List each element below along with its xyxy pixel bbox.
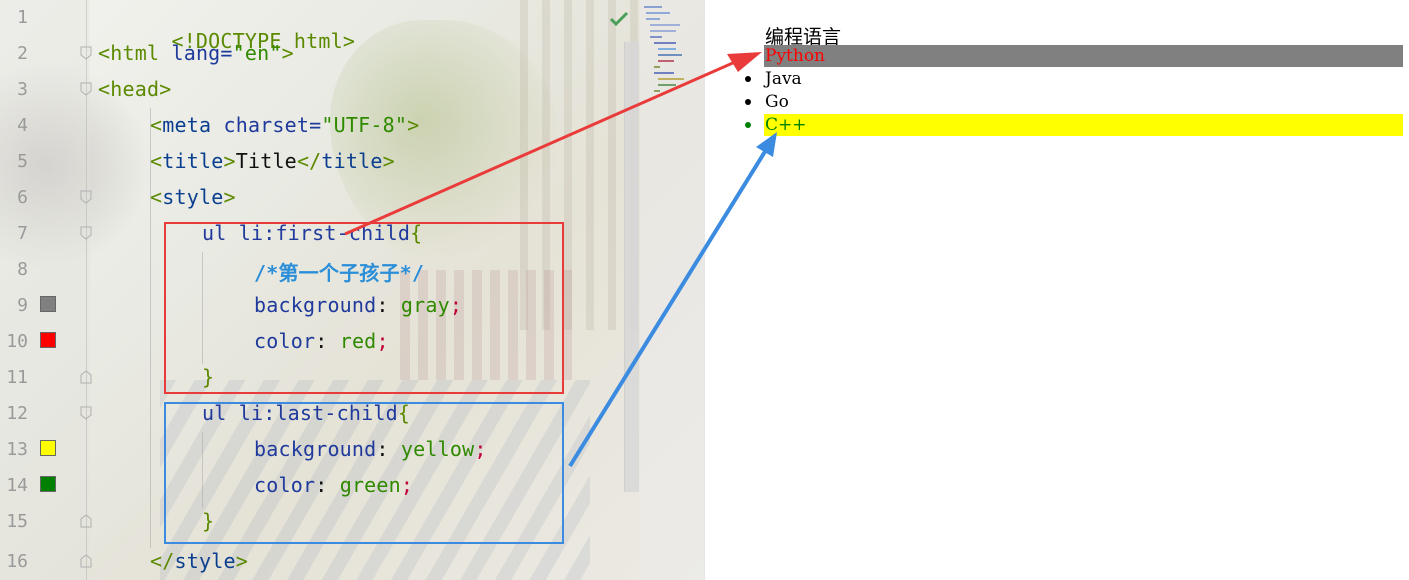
line-number: 9: [17, 295, 28, 316]
list-item: Go: [705, 91, 1403, 113]
vertical-scrollbar[interactable]: [624, 42, 639, 492]
line-number: 14: [6, 475, 28, 496]
code-text: </style>: [150, 549, 248, 573]
browser-preview: 编程语言 Python Java Go C++: [704, 0, 1409, 580]
list-item: Java: [705, 68, 1403, 90]
code-text: <style>: [150, 185, 236, 209]
fold-open-icon[interactable]: [80, 82, 92, 96]
line-number: 3: [17, 79, 28, 100]
color-swatch-gray[interactable]: [40, 296, 56, 312]
code-line[interactable]: 3 <head>: [0, 72, 620, 108]
list-item-label: C++: [765, 115, 807, 135]
line-number: 11: [6, 367, 28, 388]
code-line[interactable]: 1 <!DOCTYPE html>: [0, 0, 620, 53]
fold-open-icon[interactable]: [80, 406, 92, 420]
check-icon[interactable]: [609, 10, 629, 28]
code-line[interactable]: 5 <title>Title</title>: [0, 144, 620, 180]
line-number: 1: [17, 7, 28, 28]
fold-open-icon[interactable]: [80, 226, 92, 240]
code-line[interactable]: 6 <style>: [0, 180, 620, 216]
list-item-last: C++: [705, 114, 1403, 136]
line-number: 16: [6, 551, 28, 572]
color-swatch-green[interactable]: [40, 476, 56, 492]
code-minimap[interactable]: [640, 0, 704, 580]
color-swatch-red[interactable]: [40, 332, 56, 348]
fold-close-icon[interactable]: [80, 514, 92, 528]
list-item-highlight: [764, 114, 1403, 136]
bullet: [745, 53, 751, 59]
line-number: 8: [17, 259, 28, 280]
code-line[interactable]: 2 <html lang="en">: [0, 36, 620, 72]
fold-open-icon[interactable]: [80, 46, 92, 60]
list-item-first: Python: [705, 45, 1403, 67]
color-swatch-yellow[interactable]: [40, 440, 56, 456]
fold-close-icon[interactable]: [80, 370, 92, 384]
line-number: 2: [17, 43, 28, 64]
line-number: 13: [6, 439, 28, 460]
code-text: <html lang="en">: [98, 41, 294, 65]
code-editor[interactable]: 1 <!DOCTYPE html> 2 <html lang="en"> 3 <…: [0, 0, 704, 580]
list-item-label: Java: [765, 69, 802, 89]
line-number: 10: [6, 331, 28, 352]
fold-close-icon[interactable]: [80, 554, 92, 568]
line-number: 15: [6, 511, 28, 532]
first-child-rule-highlight: [164, 222, 564, 394]
last-child-rule-highlight: [164, 402, 564, 544]
bullet: [745, 99, 751, 105]
line-number: 7: [17, 223, 28, 244]
code-text: <head>: [98, 77, 172, 101]
list-item-label: Python: [765, 46, 826, 66]
code-text: <title>Title</title>: [150, 149, 395, 173]
list-item-highlight: [764, 45, 1403, 67]
fold-open-icon[interactable]: [80, 190, 92, 204]
code-line[interactable]: 16 </style>: [0, 544, 620, 580]
line-number: 5: [17, 151, 28, 172]
code-line[interactable]: 4 <meta charset="UTF-8">: [0, 108, 620, 144]
bullet: [745, 122, 751, 128]
list-item-label: Go: [765, 92, 789, 112]
line-number: 6: [17, 187, 28, 208]
line-number: 12: [6, 403, 28, 424]
code-text: <meta charset="UTF-8">: [150, 113, 420, 137]
bullet: [745, 76, 751, 82]
line-number: 4: [17, 115, 28, 136]
